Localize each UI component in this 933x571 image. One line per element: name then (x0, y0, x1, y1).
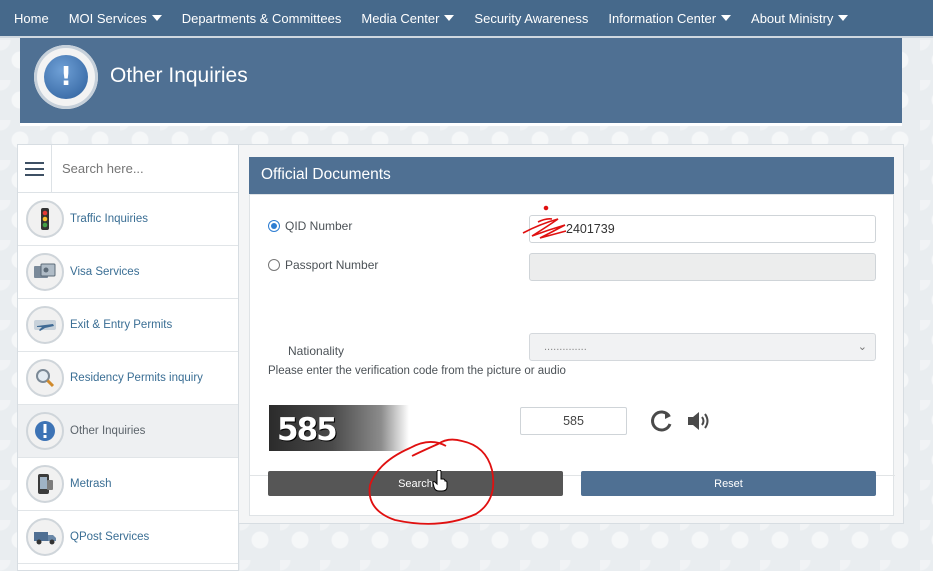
audio-speaker-icon[interactable] (684, 407, 712, 435)
nav-about-ministry[interactable]: About Ministry (741, 0, 858, 37)
sidebar-item-visa-services[interactable]: Visa Services (18, 246, 238, 299)
reset-button-label: Reset (714, 477, 743, 490)
truck-icon (26, 518, 64, 556)
nationality-value: .............. (544, 341, 587, 353)
nav-moi-services-label: MOI Services (68, 10, 147, 26)
hand-cursor-icon (432, 470, 448, 492)
nav-information-center-label: Information Center (608, 10, 717, 26)
nav-media-center[interactable]: Media Center (351, 0, 464, 37)
nav-security-awareness[interactable]: Security Awareness (464, 0, 598, 37)
sidebar-search-bar (18, 145, 238, 193)
panel-title: Official Documents (249, 157, 894, 194)
passport-radio[interactable] (268, 259, 280, 271)
sidebar-item-label: Metrash (70, 478, 112, 490)
captcha-image: 585 (269, 405, 409, 451)
page-banner: ! Other Inquiries (20, 38, 902, 126)
nav-home-label: Home (14, 10, 49, 26)
sidebar: Traffic Inquiries Visa Services Exit & E… (17, 144, 239, 571)
phone-icon (26, 465, 64, 503)
chevron-down-icon: ⌄ (857, 341, 867, 353)
sidebar-item-exit-entry-permits[interactable]: Exit & Entry Permits (18, 299, 238, 352)
search-button-label: Search (398, 477, 433, 490)
nav-departments-label: Departments & Committees (181, 10, 342, 26)
inquiry-form: QID Number 2401739 Passport Number Natio… (249, 194, 895, 516)
captcha-code: 585 (277, 412, 338, 448)
official-documents-panel: Official Documents QID Number 2401739 Pa… (238, 144, 904, 524)
sidebar-item-qpost-services[interactable]: QPost Services (18, 511, 238, 564)
exclamation-icon: ! (44, 55, 88, 99)
sidebar-item-residency-permits-inquiry[interactable]: Residency Permits inquiry (18, 352, 238, 405)
caret-down-icon (151, 15, 162, 21)
nationality-select[interactable]: .............. ⌄ (529, 333, 876, 361)
qid-number-input[interactable]: 2401739 (529, 215, 876, 243)
sidebar-item-label: Traffic Inquiries (70, 213, 148, 225)
airplane-icon (26, 306, 64, 344)
qid-label: QID Number (285, 219, 353, 233)
passport-number-input[interactable] (529, 253, 876, 281)
sidebar-item-label: Other Inquiries (70, 425, 146, 437)
reset-button[interactable]: Reset (581, 471, 876, 496)
verification-instructions: Please enter the verification code from … (268, 365, 566, 377)
hamburger-menu-icon[interactable] (18, 145, 52, 193)
sidebar-search-input[interactable] (52, 145, 238, 192)
passport-option[interactable]: Passport Number (268, 258, 378, 272)
nav-departments[interactable]: Departments & Committees (172, 0, 352, 37)
caret-down-icon (721, 15, 732, 21)
nav-moi-services[interactable]: MOI Services (59, 0, 172, 37)
exclamation-icon (26, 412, 64, 450)
sidebar-item-label: Exit & Entry Permits (70, 319, 173, 331)
sidebar-item-label: QPost Services (70, 531, 150, 543)
top-nav: Home MOI Services Departments & Committe… (0, 0, 933, 38)
caret-down-icon (838, 15, 849, 21)
nav-home[interactable]: Home (4, 0, 59, 37)
qid-number-value: 2401739 (566, 222, 615, 236)
qid-option[interactable]: QID Number (268, 219, 352, 233)
sidebar-item-traffic-inquiries[interactable]: Traffic Inquiries (18, 193, 238, 246)
captcha-input-value: 585 (563, 414, 584, 428)
visa-icon (26, 253, 64, 291)
nationality-label: Nationality (288, 344, 345, 358)
page-title: Other Inquiries (110, 64, 248, 87)
passport-label: Passport Number (285, 258, 379, 272)
nav-about-ministry-label: About Ministry (751, 10, 834, 26)
search-button[interactable]: Search (268, 471, 563, 496)
traffic-light-icon (26, 200, 64, 238)
sidebar-item-label: Residency Permits inquiry (70, 372, 203, 384)
captcha-input[interactable]: 585 (520, 407, 627, 435)
qid-radio[interactable] (268, 220, 280, 232)
nav-media-center-label: Media Center (361, 10, 440, 26)
refresh-icon[interactable] (648, 407, 676, 435)
magnifier-icon (26, 359, 64, 397)
nav-security-awareness-label: Security Awareness (474, 10, 589, 26)
nav-information-center[interactable]: Information Center (598, 0, 741, 37)
caret-down-icon (444, 15, 455, 21)
sidebar-item-other-inquiries[interactable]: Other Inquiries (18, 405, 238, 458)
sidebar-item-label: Visa Services (70, 266, 140, 278)
banner-icon-container: ! (34, 45, 98, 109)
sidebar-item-metrash[interactable]: Metrash (18, 458, 238, 511)
